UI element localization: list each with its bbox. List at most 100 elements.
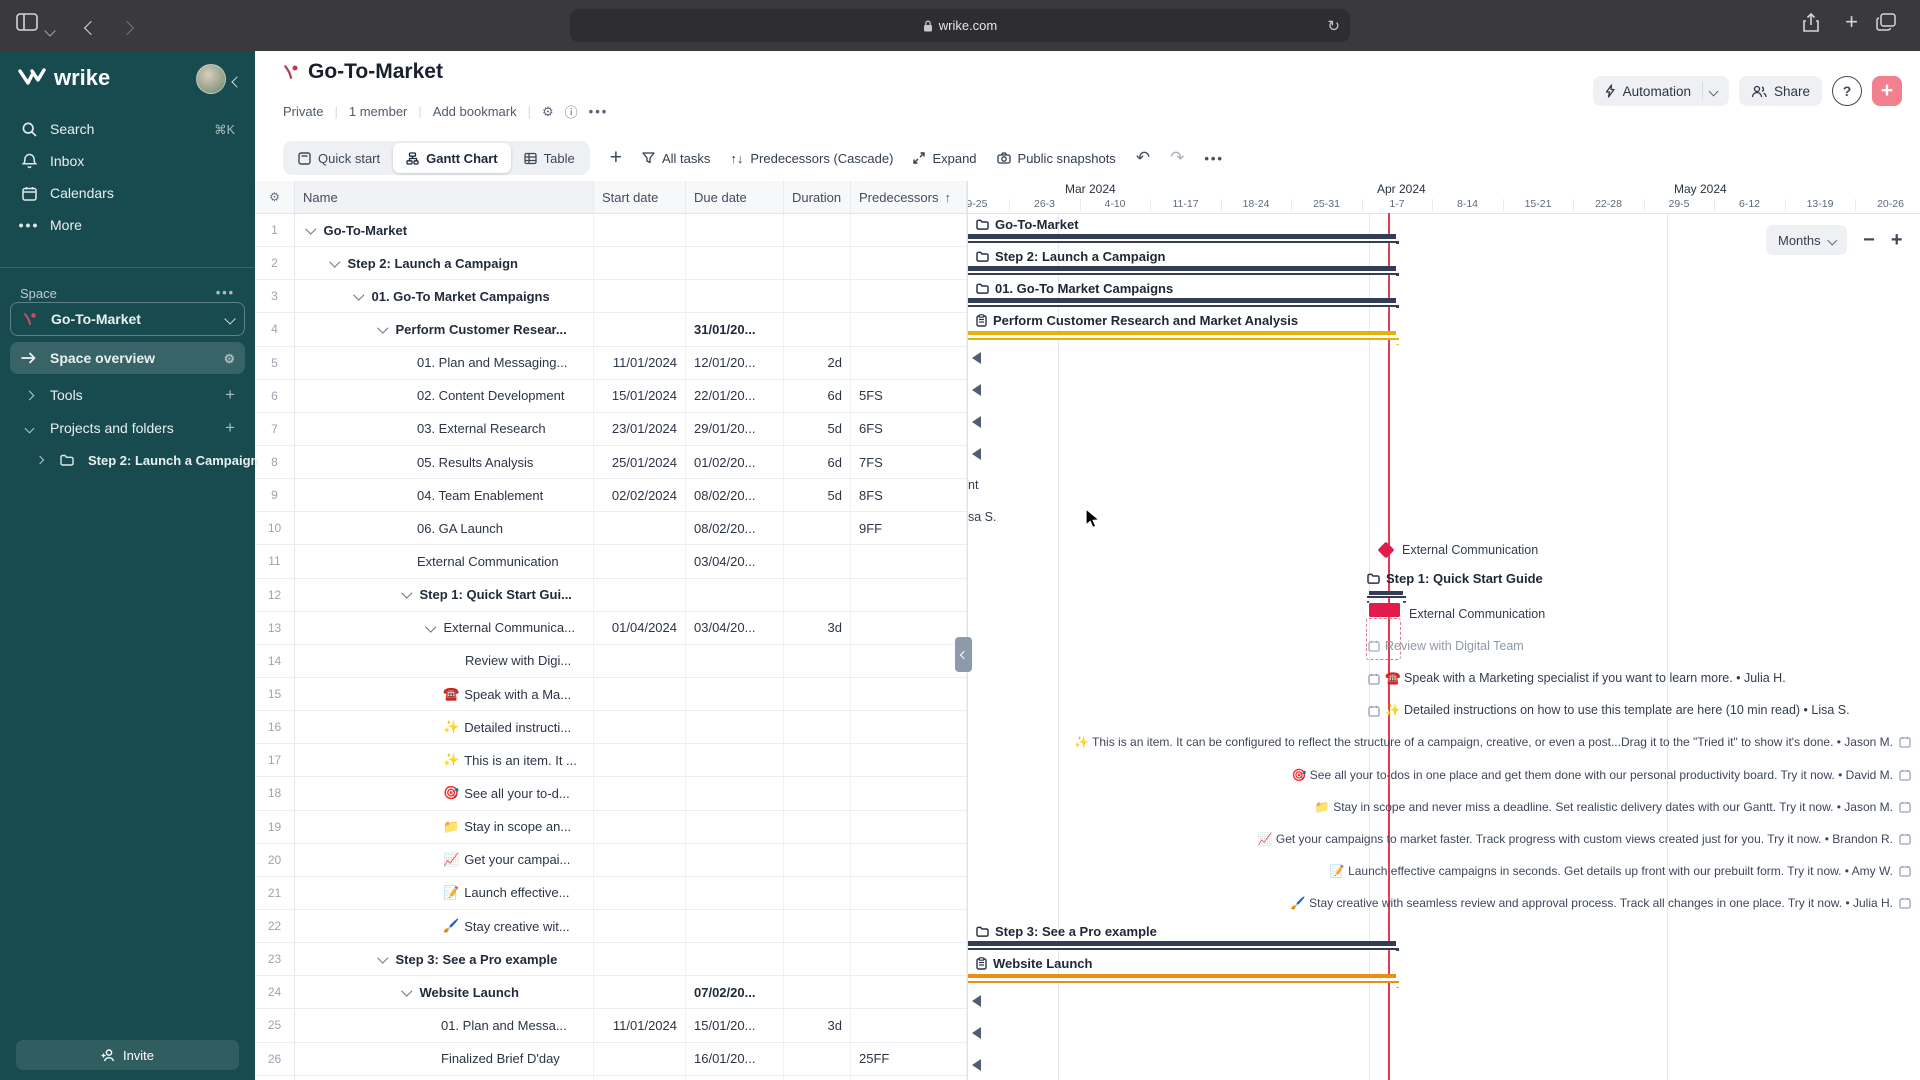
table-row[interactable]: 805. Results Analysis25/01/202401/02/20.… — [255, 446, 967, 479]
cell-duration[interactable] — [784, 247, 851, 279]
cell-start-date[interactable] — [594, 280, 686, 312]
cell-due-date[interactable] — [686, 579, 784, 611]
cell-name[interactable]: Review with Digi... — [295, 645, 594, 677]
url-bar[interactable]: wrike.com ↻ — [570, 9, 1350, 42]
milestone-diamond[interactable] — [1378, 541, 1395, 558]
cell-start-date[interactable]: 23/01/2024 — [594, 413, 686, 445]
cell-due-date[interactable]: 07/02/20... — [686, 976, 784, 1008]
cell-duration[interactable] — [784, 313, 851, 345]
column-header-due-date[interactable]: Due date — [686, 181, 784, 213]
column-header-start-date[interactable]: Start date — [594, 181, 686, 213]
cell-start-date[interactable]: 18/01/2024 — [594, 1076, 686, 1080]
cell-predecessors[interactable] — [851, 313, 967, 345]
cell-name[interactable]: 06. GA Launch — [295, 512, 594, 544]
cell-due-date[interactable]: 15/01/20... — [686, 1009, 784, 1041]
invite-button[interactable]: Invite — [16, 1040, 239, 1070]
cell-due-date[interactable]: 12/01/20... — [686, 347, 784, 379]
cell-duration[interactable] — [784, 811, 851, 843]
gantt-task-label[interactable]: ☎️ Speak with a Marketing specialist if … — [1368, 671, 1786, 686]
cell-name[interactable]: Finalized Brief D'day — [295, 1043, 594, 1075]
column-header-predecessors[interactable]: Predecessors↑ — [851, 181, 967, 213]
members-label[interactable]: 1 member — [349, 104, 408, 119]
offscreen-left-arrow[interactable] — [972, 995, 981, 1007]
cell-due-date[interactable]: 22/01/20... — [686, 1076, 784, 1080]
cell-name[interactable]: 🖌️Stay creative wit... — [295, 910, 594, 942]
cell-start-date[interactable] — [594, 744, 686, 776]
offscreen-left-arrow[interactable] — [972, 352, 981, 364]
cell-duration[interactable] — [784, 678, 851, 710]
add-view-button[interactable]: + — [610, 146, 622, 170]
table-row[interactable]: 12Step 1: Quick Start Gui... — [255, 579, 967, 612]
cell-start-date[interactable] — [594, 910, 686, 942]
cell-duration[interactable]: 6d — [784, 380, 851, 412]
gantt-summary-bar[interactable] — [967, 298, 1396, 307]
cell-duration[interactable]: 5d — [784, 479, 851, 511]
cell-predecessors[interactable] — [851, 678, 967, 710]
cell-predecessors[interactable] — [851, 976, 967, 1008]
cell-predecessors[interactable] — [851, 545, 967, 577]
cell-due-date[interactable] — [686, 877, 784, 909]
table-row[interactable]: 22🖌️Stay creative wit... — [255, 910, 967, 943]
cell-name[interactable]: Website Launch — [295, 976, 594, 1008]
cell-predecessors[interactable] — [851, 1009, 967, 1041]
cell-name[interactable]: 🎯See all your to-d... — [295, 777, 594, 809]
toolbar-more-icon[interactable]: ••• — [1204, 151, 1224, 166]
browser-tabs-overview-icon[interactable] — [1876, 13, 1896, 31]
cell-name[interactable]: 📈Get your campai... — [295, 844, 594, 876]
cell-predecessors[interactable] — [851, 247, 967, 279]
cell-start-date[interactable] — [594, 645, 686, 677]
cell-due-date[interactable] — [686, 844, 784, 876]
sidebar-item-more[interactable]: ••• More — [10, 209, 245, 241]
chevron-down-icon[interactable] — [401, 985, 412, 996]
sidebar-item-projects-folders[interactable]: Projects and folders + — [10, 412, 245, 444]
cell-name[interactable]: Go-To-Market — [295, 214, 594, 246]
panel-collapse-handle[interactable] — [955, 637, 972, 672]
table-row[interactable]: 19📁Stay in scope an... — [255, 811, 967, 844]
cell-predecessors[interactable] — [851, 645, 967, 677]
cell-due-date[interactable] — [686, 280, 784, 312]
cell-start-date[interactable] — [594, 877, 686, 909]
gantt-summary-bar[interactable] — [967, 331, 1396, 340]
cell-due-date[interactable]: 31/01/20... — [686, 313, 784, 345]
cell-predecessors[interactable] — [851, 910, 967, 942]
cell-due-date[interactable]: 22/01/20... — [686, 380, 784, 412]
cell-start-date[interactable] — [594, 811, 686, 843]
offscreen-left-arrow[interactable] — [972, 448, 981, 460]
cell-duration[interactable] — [784, 943, 851, 975]
cell-due-date[interactable] — [686, 214, 784, 246]
cell-due-date[interactable]: 29/01/20... — [686, 413, 784, 445]
browser-back-icon[interactable] — [86, 16, 96, 40]
table-row[interactable]: 501. Plan and Messaging...11/01/202412/0… — [255, 347, 967, 380]
tab-gantt-chart[interactable]: Gantt Chart — [393, 143, 511, 173]
table-row[interactable]: 26Finalized Brief D'day16/01/20...25FF — [255, 1043, 967, 1076]
gantt-group-bar[interactable] — [1369, 591, 1403, 598]
table-row[interactable]: 1Go-To-Market — [255, 214, 967, 247]
share-button[interactable]: Share — [1739, 76, 1822, 106]
browser-share-icon[interactable] — [1802, 13, 1820, 33]
cell-duration[interactable]: 2d — [784, 347, 851, 379]
info-icon[interactable]: ⓘ — [565, 102, 578, 121]
cell-start-date[interactable]: 25/01/2024 — [594, 446, 686, 478]
cell-predecessors[interactable]: 8FS — [851, 479, 967, 511]
cell-duration[interactable] — [784, 512, 851, 544]
cell-name[interactable]: External Communica... — [295, 612, 594, 644]
offscreen-left-arrow[interactable] — [972, 416, 981, 428]
cell-duration[interactable] — [784, 844, 851, 876]
reload-icon[interactable]: ↻ — [1327, 17, 1340, 35]
table-row[interactable]: 4Perform Customer Resear...31/01/20... — [255, 313, 967, 346]
cell-predecessors[interactable]: 6FS — [851, 413, 967, 445]
browser-forward-icon[interactable] — [122, 16, 132, 40]
add-icon[interactable]: + — [225, 385, 235, 405]
chevron-down-icon[interactable] — [425, 621, 436, 632]
gantt-summary-bar[interactable] — [967, 974, 1396, 983]
gantt-promo-task-label[interactable]: 📝 Launch effective campaigns in seconds.… — [1330, 864, 1911, 878]
sidebar-project-item[interactable]: Step 2: Launch a Campaign — [10, 444, 245, 476]
redo-icon[interactable]: ↷ — [1170, 148, 1184, 168]
space-selector[interactable]: Go-To-Market — [10, 302, 245, 336]
cell-name[interactable]: ☎️Speak with a Ma... — [295, 678, 594, 710]
cell-due-date[interactable] — [686, 910, 784, 942]
table-row[interactable]: 17✨This is an item. It ... — [255, 744, 967, 777]
tab-table[interactable]: Table — [511, 143, 588, 173]
sidebar-item-search[interactable]: Search ⌘K — [10, 113, 245, 145]
cell-start-date[interactable] — [594, 214, 686, 246]
